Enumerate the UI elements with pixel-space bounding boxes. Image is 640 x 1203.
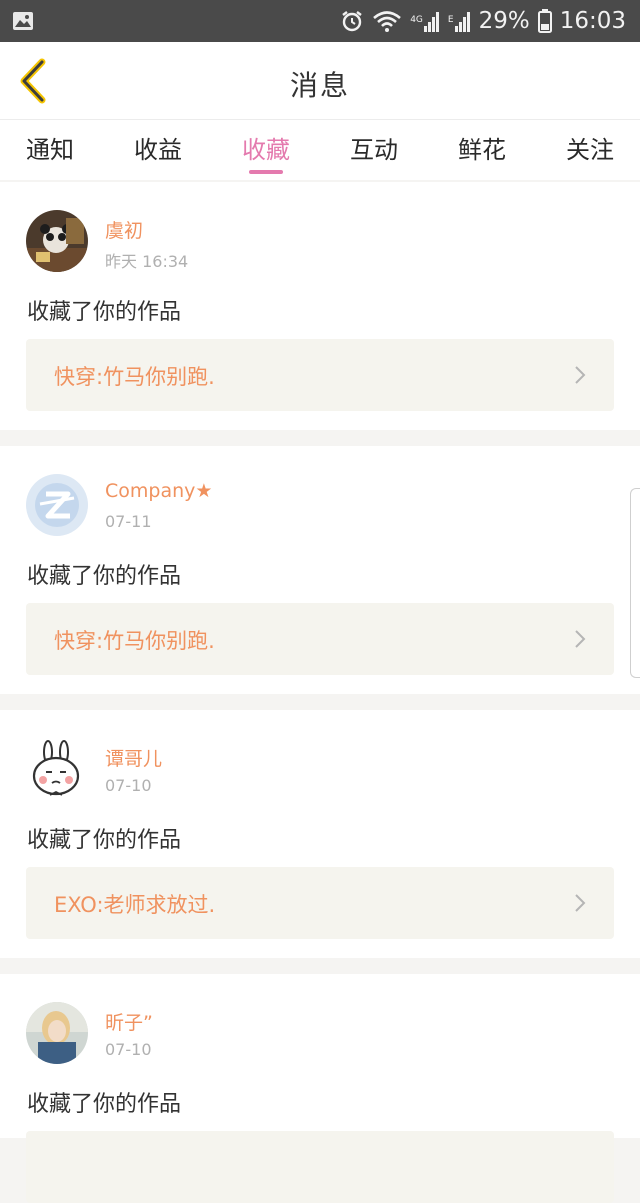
battery-percent: 29% xyxy=(478,8,530,34)
tab-flowers[interactable]: 鲜花 xyxy=(432,130,532,165)
clock: 16:03 xyxy=(559,8,626,34)
chevron-right-icon xyxy=(575,366,586,384)
user-name[interactable]: 昕子” xyxy=(105,1008,153,1035)
tab-notifications[interactable]: 通知 xyxy=(0,130,100,165)
work-title: 快穿:竹马你别跑. xyxy=(54,629,215,653)
signal-icon-2 xyxy=(454,12,470,32)
user-name[interactable]: Company★ xyxy=(105,480,212,502)
user-photo-icon xyxy=(26,1002,88,1064)
chevron-right-icon xyxy=(575,630,586,648)
tab-bar: 通知 收益 收藏 互动 鲜花 关注 xyxy=(0,120,640,180)
avatar[interactable] xyxy=(26,210,88,272)
work-link[interactable]: 快穿:竹马你别跑. xyxy=(26,339,614,411)
message-time: 昨天 16:34 xyxy=(105,252,189,271)
message-text: 收藏了你的作品 xyxy=(27,1092,182,1117)
user-photo-icon xyxy=(26,210,88,272)
message-time: 07-11 xyxy=(105,512,152,531)
battery-icon xyxy=(537,9,552,33)
message-time: 07-10 xyxy=(105,1040,152,1059)
edge-panel-handle[interactable] xyxy=(630,488,640,678)
work-title: EXO:老师求放过. xyxy=(54,893,216,917)
header-bar: 消息 xyxy=(0,42,640,120)
message-text: 收藏了你的作品 xyxy=(27,300,182,325)
signal-2: E xyxy=(448,10,471,32)
bunny-avatar-icon xyxy=(26,738,88,800)
work-link[interactable] xyxy=(26,1131,614,1203)
message-text: 收藏了你的作品 xyxy=(27,564,182,589)
avatar[interactable] xyxy=(26,1002,88,1064)
user-name[interactable]: 虞初 xyxy=(105,216,143,243)
alarm-icon xyxy=(342,11,362,32)
network-label-e: E xyxy=(447,15,454,25)
work-title: 快穿:竹马你别跑. xyxy=(54,365,215,389)
signal-icon xyxy=(423,12,439,32)
wifi-icon xyxy=(373,11,402,32)
list-item: 谭哥儿 07-10 收藏了你的作品 EXO:老师求放过. xyxy=(0,710,640,958)
message-time: 07-10 xyxy=(105,776,152,795)
list-item: 昕子” 07-10 收藏了你的作品 xyxy=(0,974,640,1203)
tab-follows[interactable]: 关注 xyxy=(540,130,640,165)
avatar[interactable] xyxy=(26,474,88,536)
chevron-right-icon xyxy=(575,894,586,912)
message-text: 收藏了你的作品 xyxy=(27,828,182,853)
tab-favorites[interactable]: 收藏 xyxy=(216,130,316,165)
work-link[interactable]: EXO:老师求放过. xyxy=(26,867,614,939)
signal-1: 4G xyxy=(410,10,440,32)
tab-interactions[interactable]: 互动 xyxy=(324,130,424,165)
work-link[interactable]: 快穿:竹马你别跑. xyxy=(26,603,614,675)
gallery-notification-icon xyxy=(13,12,33,30)
qzone-avatar-icon xyxy=(26,474,88,536)
list-item: Company★ 07-11 收藏了你的作品 快穿:竹马你别跑. xyxy=(0,446,640,694)
page-title: 消息 xyxy=(289,69,350,102)
active-tab-indicator xyxy=(249,170,283,174)
tab-earnings[interactable]: 收益 xyxy=(108,130,208,165)
user-name[interactable]: 谭哥儿 xyxy=(105,744,162,771)
status-bar: 4G E 29% 16:03 xyxy=(0,0,640,42)
avatar[interactable] xyxy=(26,738,88,800)
list-item: 虞初 昨天 16:34 收藏了你的作品 快穿:竹马你别跑. xyxy=(0,182,640,430)
network-label-4g: 4G xyxy=(410,15,423,25)
